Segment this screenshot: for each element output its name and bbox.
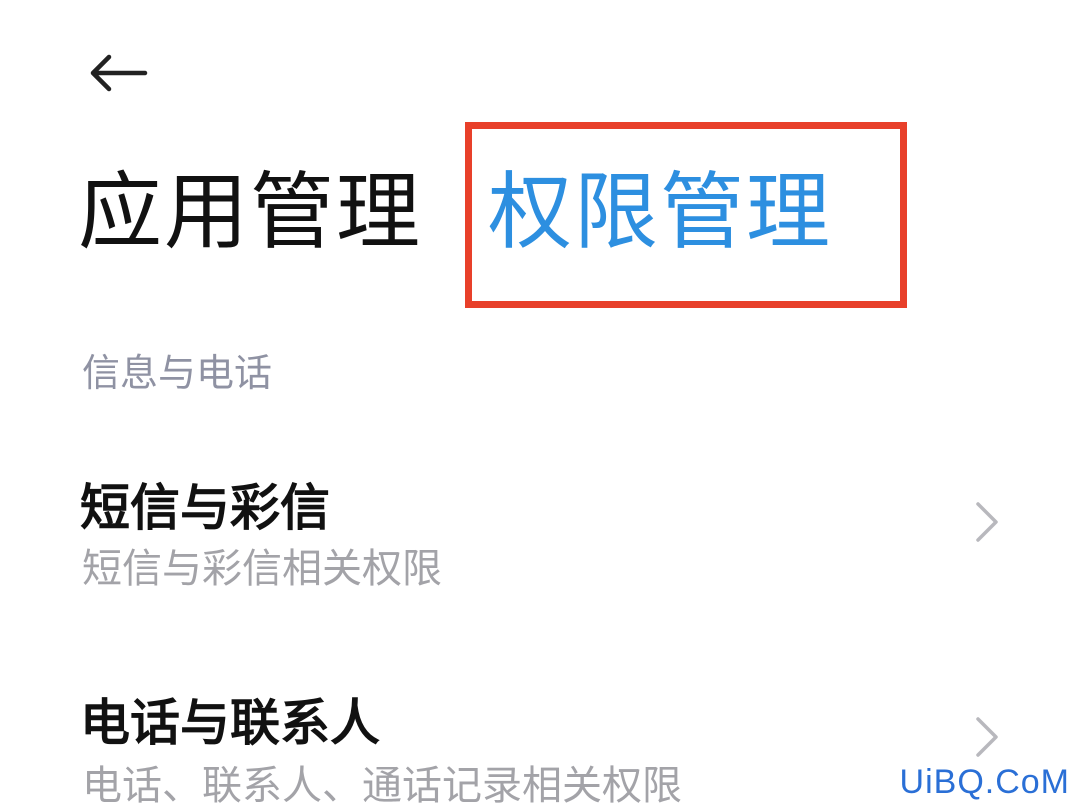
- chevron-right-icon: [976, 502, 998, 542]
- list-item-subtitle: 短信与彩信相关权限: [82, 546, 442, 592]
- arrow-left-icon: [90, 54, 148, 92]
- chevron-right-icon: [976, 717, 998, 757]
- list-item-subtitle: 电话、联系人、通话记录相关权限: [82, 763, 682, 809]
- list-item-sms-mms[interactable]: 短信与彩信 短信与彩信相关权限: [0, 440, 1080, 600]
- tab-app-management[interactable]: 应用管理: [78, 170, 422, 254]
- watermark: UiBQ.CoM: [899, 763, 1070, 801]
- section-header-messages-phone: 信息与电话: [82, 351, 273, 395]
- list-item-title: 电话与联系人: [80, 694, 380, 752]
- permission-management-screen: 应用管理 权限管理 信息与电话 短信与彩信 短信与彩信相关权限 电话与联系人 电…: [0, 0, 1080, 810]
- tab-permission-management[interactable]: 权限管理: [488, 170, 832, 254]
- list-item-title: 短信与彩信: [80, 479, 330, 537]
- back-button[interactable]: [78, 40, 158, 106]
